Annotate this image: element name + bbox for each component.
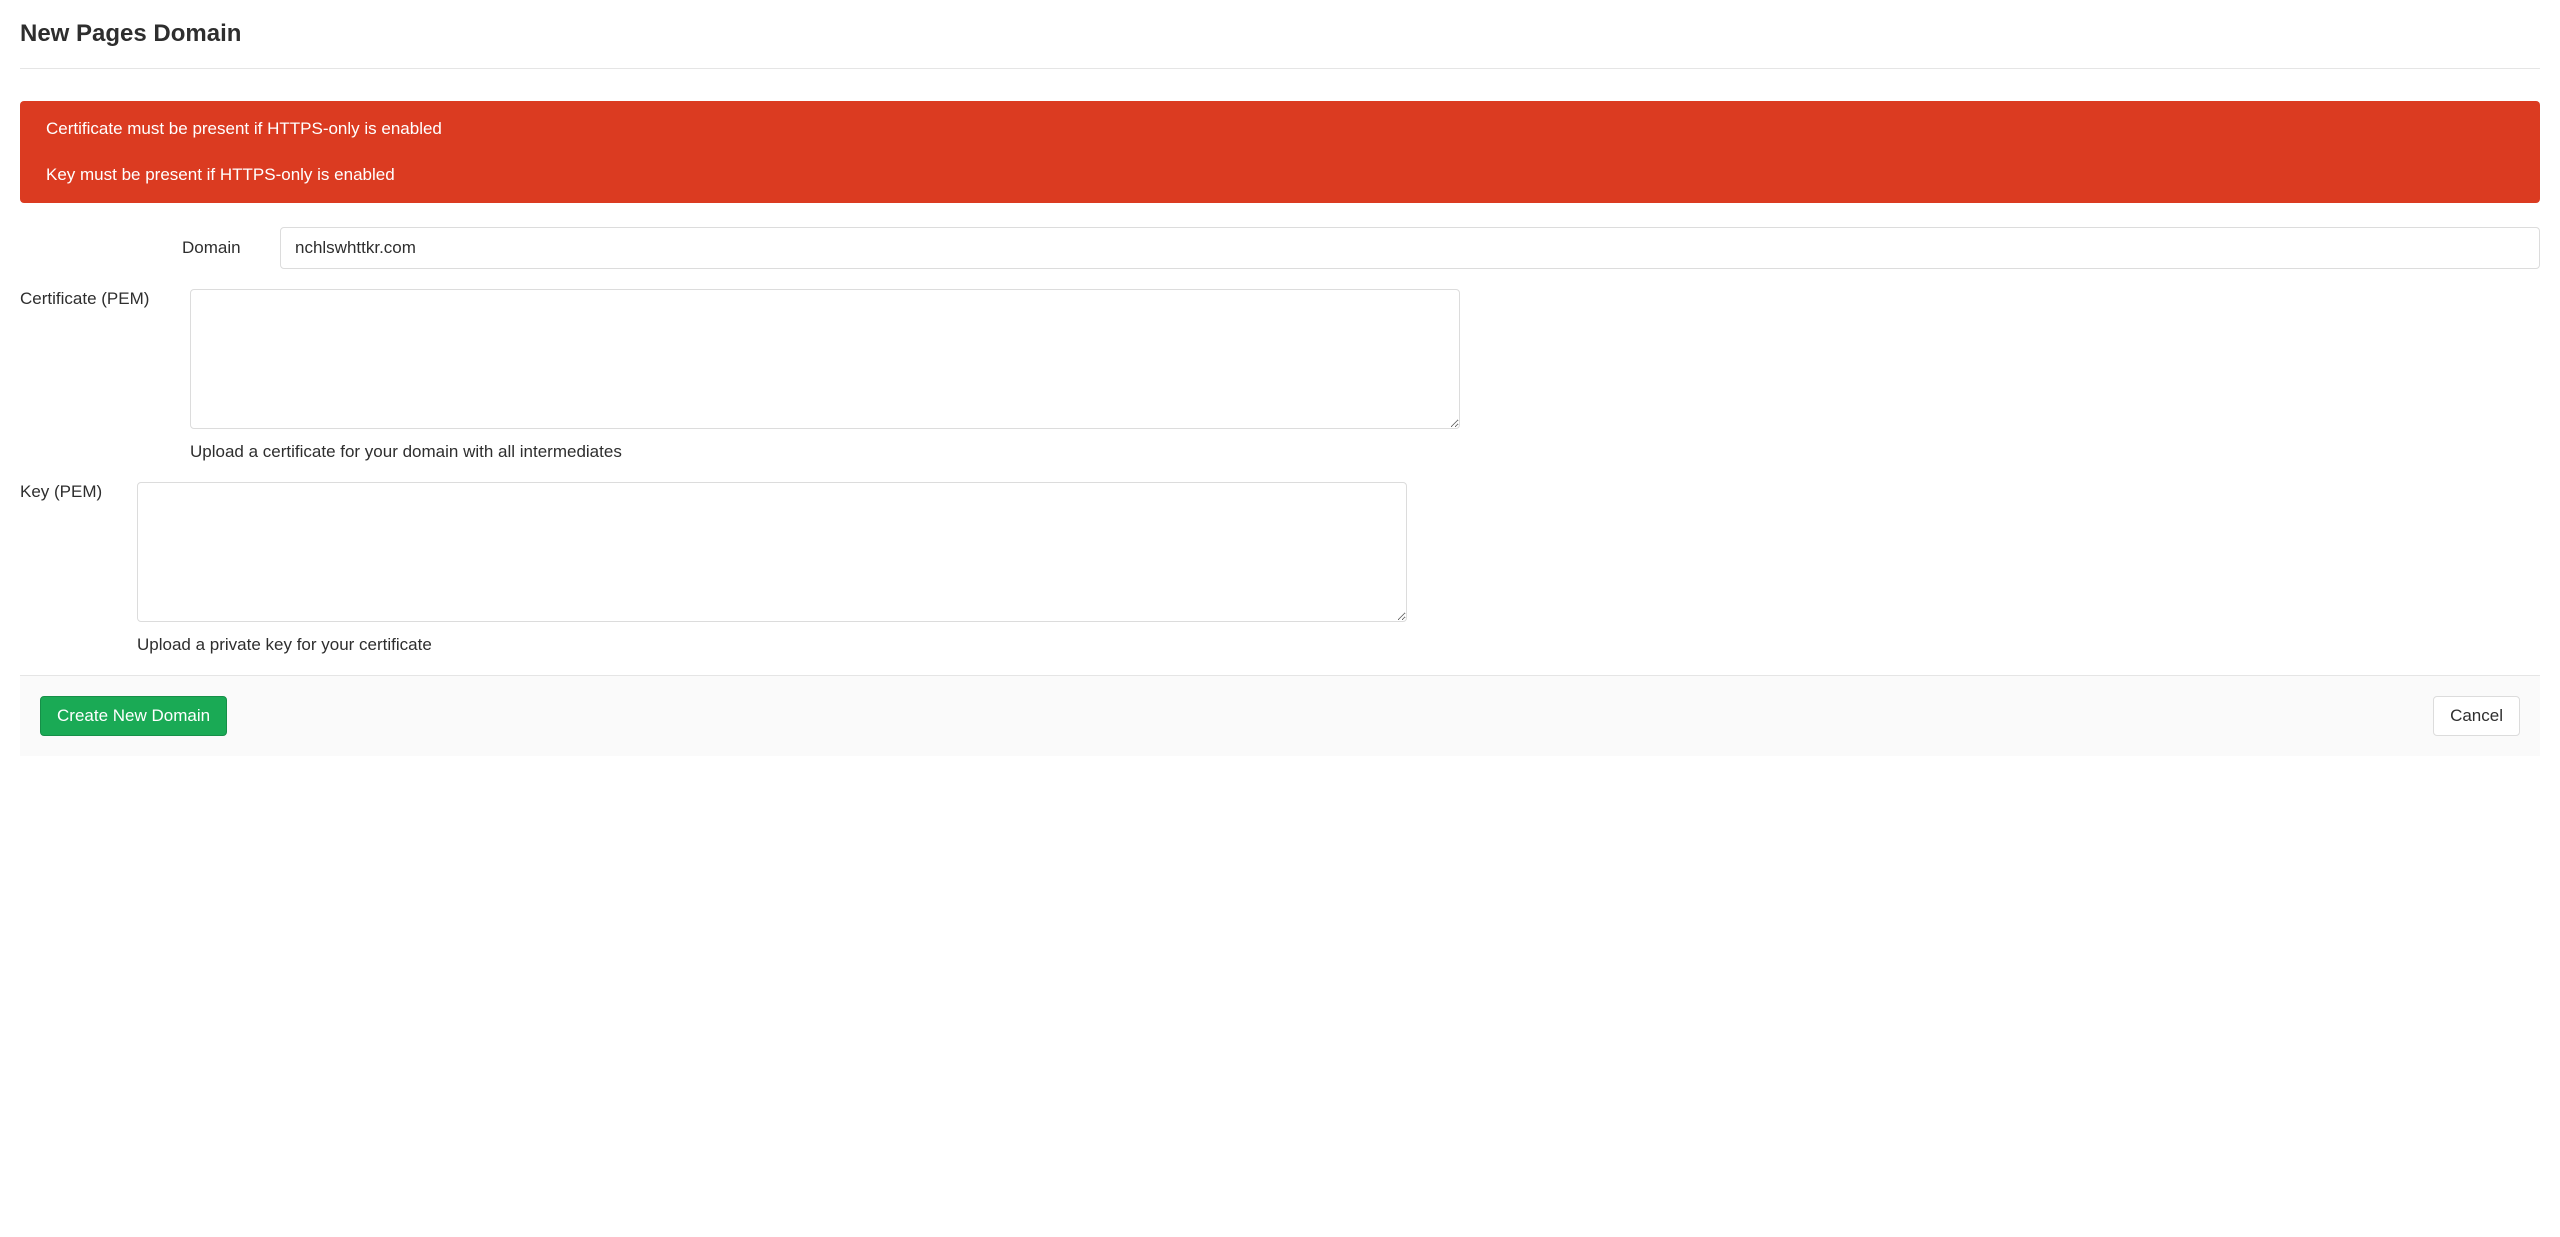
error-alert: Certificate must be present if HTTPS-onl… [20,101,2540,203]
key-textarea[interactable] [137,482,1407,622]
domain-label: Domain [20,238,280,258]
key-form-group: Key (PEM) Upload a private key for your … [20,482,2540,655]
certificate-label: Certificate (PEM) [20,289,190,309]
error-message-2: Key must be present if HTTPS-only is ena… [46,163,2514,187]
error-message-1: Certificate must be present if HTTPS-onl… [46,117,2514,141]
key-help-text: Upload a private key for your certificat… [137,635,1407,655]
divider [20,68,2540,69]
domain-input[interactable] [280,227,2540,269]
certificate-form-group: Certificate (PEM) Upload a certificate f… [20,289,2540,462]
key-label: Key (PEM) [20,482,137,502]
certificate-help-text: Upload a certificate for your domain wit… [190,442,1460,462]
form-footer: Create New Domain Cancel [20,675,2540,756]
create-domain-button[interactable]: Create New Domain [40,696,227,736]
domain-form-group: Domain [20,227,2540,269]
certificate-textarea[interactable] [190,289,1460,429]
page-title: New Pages Domain [20,20,2540,48]
cancel-button[interactable]: Cancel [2433,696,2520,736]
